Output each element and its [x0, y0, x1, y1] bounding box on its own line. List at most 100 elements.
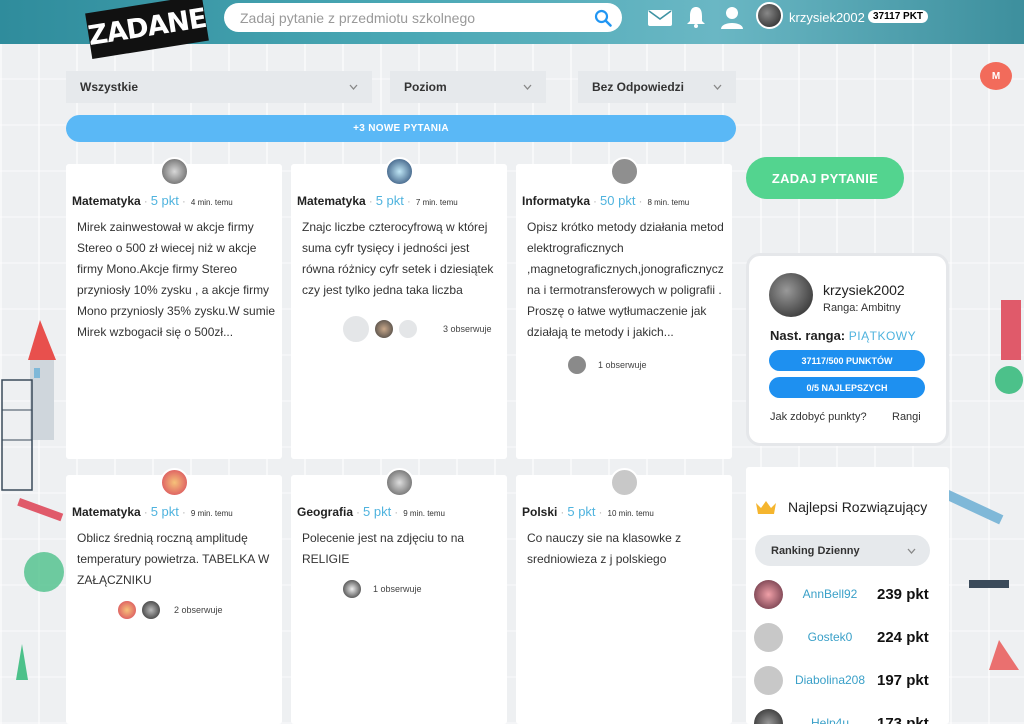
question-time: 8 min. temu: [647, 198, 690, 207]
status-filter-label: Bez Odpowiedzi: [592, 80, 685, 94]
observers-count: 1 obserwuje: [598, 360, 647, 370]
avatar[interactable]: [754, 579, 783, 609]
observer-avatar: [140, 599, 162, 621]
how-to-get-points-link[interactable]: Jak zdobyć punkty?: [770, 411, 867, 423]
question-card[interactable]: Informatyka · 50 pkt · 8 min. temu Opisz k…: [516, 157, 732, 459]
ranking-user[interactable]: Help4u: [783, 716, 877, 724]
ranking-box: Najlepsi Rozwiązujący Ranking Dzienny An…: [746, 467, 949, 724]
question-points: 50 pkt: [600, 193, 636, 208]
observer-avatar: [341, 314, 371, 344]
question-time: 7 min. temu: [415, 198, 458, 207]
subject-filter-label: Wszystkie: [80, 80, 139, 94]
avatar[interactable]: [769, 273, 813, 317]
ranking-points: 173 pkt: [877, 714, 929, 724]
mail-icon[interactable]: [648, 10, 672, 26]
ranking-user[interactable]: Diabolina208: [783, 673, 877, 687]
next-rank-label: Nast. ranga:: [770, 328, 846, 343]
question-subject[interactable]: Matematyka: [72, 505, 141, 519]
points-badge: 37117 PKT: [868, 10, 929, 23]
ranking-points: 224 pkt: [877, 628, 929, 646]
question-text[interactable]: Polecenie jest na zdjęciu to na RELIGIE: [302, 528, 501, 570]
question-time: 9 min. temu: [403, 509, 445, 518]
question-text[interactable]: Opisz krótko metody działania metod elek…: [527, 217, 726, 343]
search-icon[interactable]: [594, 9, 612, 27]
avatar[interactable]: [160, 157, 189, 186]
ranking-points: 197 pkt: [877, 671, 929, 689]
crown-icon: [756, 501, 776, 514]
observers-count: 2 obserwuje: [174, 605, 223, 615]
observer-avatar: [397, 318, 419, 340]
question-subject[interactable]: Matematyka: [297, 194, 366, 208]
question-card[interactable]: Matematyka · 5 pkt · 7 min. temu Znajc lic…: [291, 157, 507, 459]
question-points: 5 pkt: [150, 193, 179, 208]
observers: 2 obserwuje: [116, 599, 223, 621]
question-meta: Geografia · 5 pkt · 9 min. temu: [297, 504, 445, 519]
search-bar[interactable]: [224, 3, 622, 32]
left-illustration: [1, 320, 64, 680]
observers-count: 3 obserwuje: [443, 324, 492, 334]
ranking-period-label: Ranking Dzienny: [771, 544, 860, 557]
observers: 1 obserwuje: [341, 578, 422, 600]
avatar[interactable]: [756, 2, 783, 29]
question-meta: Matematyka · 5 pkt · 7 min. temu: [297, 193, 458, 208]
question-card[interactable]: Matematyka · 5 pkt · 9 min. temu Oblicz śr…: [66, 468, 282, 724]
ask-question-button[interactable]: ZADAJ PYTANIE: [746, 157, 904, 199]
ranking-row[interactable]: Diabolina208 197 pkt: [754, 665, 934, 695]
next-rank: Nast. ranga: PIĄTKOWY: [770, 328, 916, 343]
question-points: 5 pkt: [363, 504, 392, 519]
question-card[interactable]: Polski · 5 pkt · 10 min. temu Co nauczy si…: [516, 468, 732, 724]
subject-filter[interactable]: Wszystkie: [66, 71, 372, 103]
ranking-user[interactable]: Gostek0: [783, 630, 877, 644]
header-username[interactable]: krzysiek2002: [789, 10, 865, 25]
observer-avatar: [373, 318, 395, 340]
search-input[interactable]: [240, 9, 594, 26]
question-text[interactable]: Oblicz średnią roczną amplitudę temperat…: [77, 528, 276, 591]
m-badge[interactable]: M: [980, 62, 1012, 90]
avatar[interactable]: [754, 665, 783, 695]
avatar[interactable]: [385, 157, 414, 186]
ranks-link[interactable]: Rangi: [892, 411, 921, 423]
avatar[interactable]: [610, 468, 639, 497]
chevron-down-icon: [523, 84, 532, 90]
ranking-row[interactable]: Gostek0 224 pkt: [754, 622, 934, 652]
profile-rank: Ranga: Ambitny: [823, 302, 901, 314]
best-progress: 0/5 NAJLEPSZYCH: [769, 377, 925, 398]
question-subject[interactable]: Polski: [522, 505, 557, 519]
question-text[interactable]: Znajc liczbe czterocyfrową w której suma…: [302, 217, 501, 301]
question-subject[interactable]: Informatyka: [522, 194, 590, 208]
top-bar: ZADANE krzysiek2002 37117 PKT: [0, 0, 1024, 59]
bell-icon[interactable]: [686, 6, 706, 28]
observer-avatar: [566, 354, 588, 376]
logo[interactable]: ZADANE: [85, 0, 209, 59]
question-text[interactable]: Co nauczy sie na klasowke z sredniowieza…: [527, 528, 726, 570]
observer-avatar: [341, 578, 363, 600]
profile-name[interactable]: krzysiek2002: [823, 282, 905, 298]
ranking-title: Najlepsi Rozwiązujący: [788, 499, 928, 515]
question-meta: Polski · 5 pkt · 10 min. temu: [522, 504, 654, 519]
avatar[interactable]: [160, 468, 189, 497]
question-time: 10 min. temu: [607, 509, 654, 518]
new-questions-button[interactable]: +3 NOWE PYTANIA: [66, 115, 736, 142]
avatar[interactable]: [610, 157, 639, 186]
question-time: 9 min. temu: [190, 509, 233, 518]
ranking-user[interactable]: AnnBell92: [783, 587, 877, 601]
avatar[interactable]: [754, 708, 783, 724]
user-plus-icon[interactable]: [720, 5, 744, 29]
ranking-period-select[interactable]: Ranking Dzienny: [755, 535, 930, 566]
question-meta: Matematyka · 5 pkt · 4 min. temu: [72, 193, 233, 208]
right-illustration: [949, 300, 1023, 670]
ranking-row[interactable]: AnnBell92 239 pkt: [754, 579, 934, 609]
ranking-row[interactable]: Help4u 173 pkt: [754, 708, 934, 724]
question-subject[interactable]: Matematyka: [72, 194, 141, 208]
question-card[interactable]: Matematyka · 5 pkt · 4 min. temu Mirek zai…: [66, 157, 282, 459]
level-filter[interactable]: Poziom: [390, 71, 546, 103]
question-text[interactable]: Mirek zainwestował w akcje firmy Stereo …: [77, 217, 276, 343]
avatar[interactable]: [385, 468, 414, 497]
next-rank-value: PIĄTKOWY: [848, 329, 917, 343]
question-card[interactable]: Geografia · 5 pkt · 9 min. temu Polecenie …: [291, 468, 507, 724]
question-subject[interactable]: Geografia: [297, 505, 353, 519]
avatar[interactable]: [754, 622, 783, 652]
chevron-down-icon: [907, 548, 916, 554]
status-filter[interactable]: Bez Odpowiedzi: [578, 71, 736, 103]
observers-count: 1 obserwuje: [373, 584, 422, 594]
